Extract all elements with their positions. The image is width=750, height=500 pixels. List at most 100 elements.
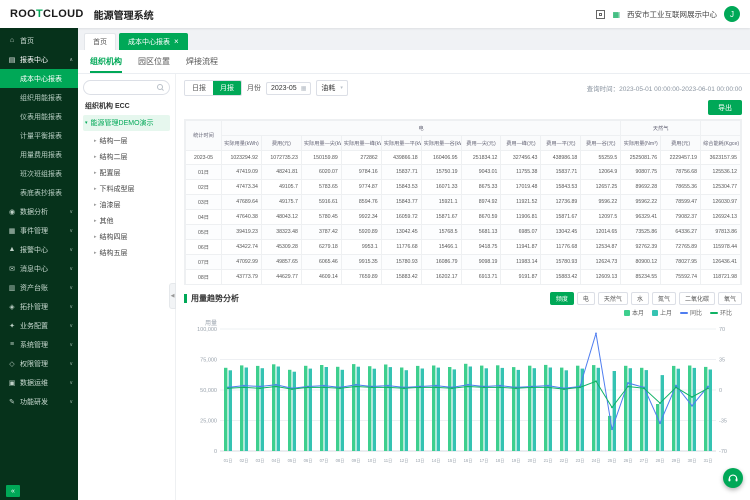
svg-text:12日: 12日 [400, 458, 409, 464]
chevron-down-icon: ∨ [69, 285, 73, 291]
tree-item-label: 下料成型层 [100, 184, 135, 194]
tree-item-6[interactable]: ▸结构四层 [83, 229, 170, 245]
sidebar-item-data-analysis[interactable]: ◉数据分析∨ [0, 202, 78, 221]
sidebar-item-topology[interactable]: ◈拓扑管理∨ [0, 297, 78, 316]
table-row: 07日47092.9949857.656065.469915.3515780.9… [186, 255, 741, 270]
sidebar-subitem-5[interactable]: 班次班组报表 [0, 164, 78, 183]
table-cell: 16059.72 [381, 210, 421, 225]
sidebar-item-event-management[interactable]: ▦事件管理∨ [0, 221, 78, 240]
table-cell: 1072735.23 [261, 151, 301, 165]
subtab-2[interactable]: 焊接流程 [186, 50, 218, 73]
sidebar-subitem-3[interactable]: 计量平衡报表 [0, 126, 78, 145]
sidebar-item-system-management[interactable]: ≡系统管理∨ [0, 335, 78, 354]
subtab-0[interactable]: 组织机构 [90, 50, 122, 73]
table-cell: 55259.5 [581, 151, 621, 165]
svg-text:08日: 08日 [336, 458, 345, 464]
subtabs: 组织机构园区位置焊接流程 [78, 50, 750, 74]
svg-text:10日: 10日 [368, 458, 377, 464]
sidebar-item-asset-ledger[interactable]: ▥资产台账∨ [0, 278, 78, 297]
sidebar-subitem-6[interactable]: 表底表抄报表 [0, 183, 78, 202]
svg-text:30日: 30日 [688, 458, 697, 464]
close-tab-icon[interactable]: × [174, 38, 179, 46]
legend-item-0[interactable]: 本月 [624, 308, 644, 317]
energy-pill-6[interactable]: 氧气 [718, 292, 742, 305]
sidebar-item-dev[interactable]: ✎功能研发∨ [0, 392, 78, 411]
tree-item-5[interactable]: ▸其他 [83, 213, 170, 229]
table-cell-time: 2023-05 [186, 151, 222, 165]
energy-pill-0[interactable]: 频度 [550, 292, 574, 305]
tree-item-4[interactable]: ▸油漆层 [83, 197, 170, 213]
tree-item-0[interactable]: ▸结构一层 [83, 133, 170, 149]
tree-collapse-handle[interactable]: ◀ [169, 283, 176, 309]
sidebar-item-business-config[interactable]: ✦业务配置∨ [0, 316, 78, 335]
tree-item-2[interactable]: ▸配置层 [83, 165, 170, 181]
tree-root[interactable]: 组织机构 ECC [83, 97, 170, 113]
fullscreen-icon[interactable] [596, 10, 605, 19]
col-header-11: 费用(元) [661, 136, 701, 151]
table-cell: 47419.09 [222, 165, 262, 180]
sidebar-item-report-center[interactable]: ▤报表中心∧ [0, 50, 78, 69]
energy-pill-2[interactable]: 天然气 [598, 292, 628, 305]
energy-pill-4[interactable]: 氮气 [652, 292, 676, 305]
table-cell: 438986.18 [541, 151, 581, 165]
tree-item-1[interactable]: ▸结构二层 [83, 149, 170, 165]
period-tab-0[interactable]: 日报 [185, 81, 213, 95]
unit-select[interactable]: 油耗 ▾ [316, 80, 348, 96]
org-name[interactable]: 西安市工业互联网展示中心 [627, 9, 717, 20]
svg-text:14日: 14日 [432, 458, 441, 464]
subtab-1[interactable]: 园区位置 [138, 50, 170, 73]
energy-pill-3[interactable]: 水 [631, 292, 649, 305]
table-cell: 11921.52 [501, 195, 541, 210]
sidebar-subitem-4[interactable]: 用量费用报表 [0, 145, 78, 164]
avatar[interactable]: J [724, 6, 740, 22]
export-button[interactable]: 导出 [708, 100, 742, 115]
sidebar-item-alarm-center[interactable]: ▲报警中心∨ [0, 240, 78, 259]
svg-text:24日: 24日 [592, 458, 601, 464]
tree-item-selected[interactable]: ▾ 能源管理DEMO演示 [83, 115, 170, 131]
legend-item-2[interactable]: 同比 [680, 308, 702, 317]
svg-text:05日: 05日 [288, 458, 297, 464]
help-float-button[interactable] [723, 468, 743, 488]
tree-search-input[interactable] [89, 84, 154, 91]
energy-pill-1[interactable]: 电 [577, 292, 595, 305]
energy-pill-5[interactable]: 二氧化碳 [679, 292, 715, 305]
sidebar-subitem-1[interactable]: 组织用能报表 [0, 88, 78, 107]
table-cell: 79082.37 [661, 210, 701, 225]
table-cell: 11941.87 [501, 240, 541, 255]
legend-item-3[interactable]: 环比 [710, 308, 732, 317]
sidebar-collapse-button[interactable]: « [6, 485, 20, 497]
month-picker[interactable]: 2023-05 ▦ [266, 82, 311, 95]
sidebar-item-permission[interactable]: ◇权限管理∨ [0, 354, 78, 373]
sidebar-item-label: 拓扑管理 [20, 302, 48, 312]
legend-item-1[interactable]: 上月 [652, 308, 672, 317]
message-center-icon: ✉ [7, 265, 17, 273]
sidebar-item-label: 首页 [20, 36, 34, 46]
period-tab-1[interactable]: 月报 [213, 81, 241, 95]
table-cell: 78655.36 [661, 180, 701, 195]
table-cell: 38323.48 [261, 225, 301, 240]
caret-right-icon: ▸ [94, 154, 97, 160]
table-cell: 15883.42 [541, 270, 581, 285]
tree-search[interactable] [83, 80, 170, 95]
table-cell: 15871.67 [421, 210, 461, 225]
table-cell: 7659.89 [341, 270, 381, 285]
logo-text-post: CLOUD [43, 8, 84, 20]
tree-item-label: 配置层 [100, 168, 121, 178]
table-cell: 49105.7 [261, 180, 301, 195]
table-cell: 9043.01 [461, 165, 501, 180]
permission-icon: ◇ [7, 360, 17, 368]
col-header-5: 实际用量—谷(kWh) [421, 136, 461, 151]
table-cell: 90807.75 [621, 165, 661, 180]
table-cell: 12014.65 [581, 225, 621, 240]
sidebar-subitem-0[interactable]: 成本中心报表 [0, 69, 78, 88]
sidebar-item-data-ops[interactable]: ▣数据运维∨ [0, 373, 78, 392]
tab-cost-center-report[interactable]: 成本中心报表× [119, 33, 188, 50]
tab-home[interactable]: 首页 [84, 33, 116, 50]
sidebar-item-home[interactable]: ⌂首页 [0, 31, 78, 50]
tree-item-3[interactable]: ▸下料成型层 [83, 181, 170, 197]
sidebar-item-message-center[interactable]: ✉消息中心∨ [0, 259, 78, 278]
sidebar-subitem-2[interactable]: 仪表用能报表 [0, 107, 78, 126]
svg-text:13日: 13日 [416, 458, 425, 464]
tree-item-7[interactable]: ▸结构五层 [83, 245, 170, 261]
svg-text:25,000: 25,000 [200, 419, 217, 425]
